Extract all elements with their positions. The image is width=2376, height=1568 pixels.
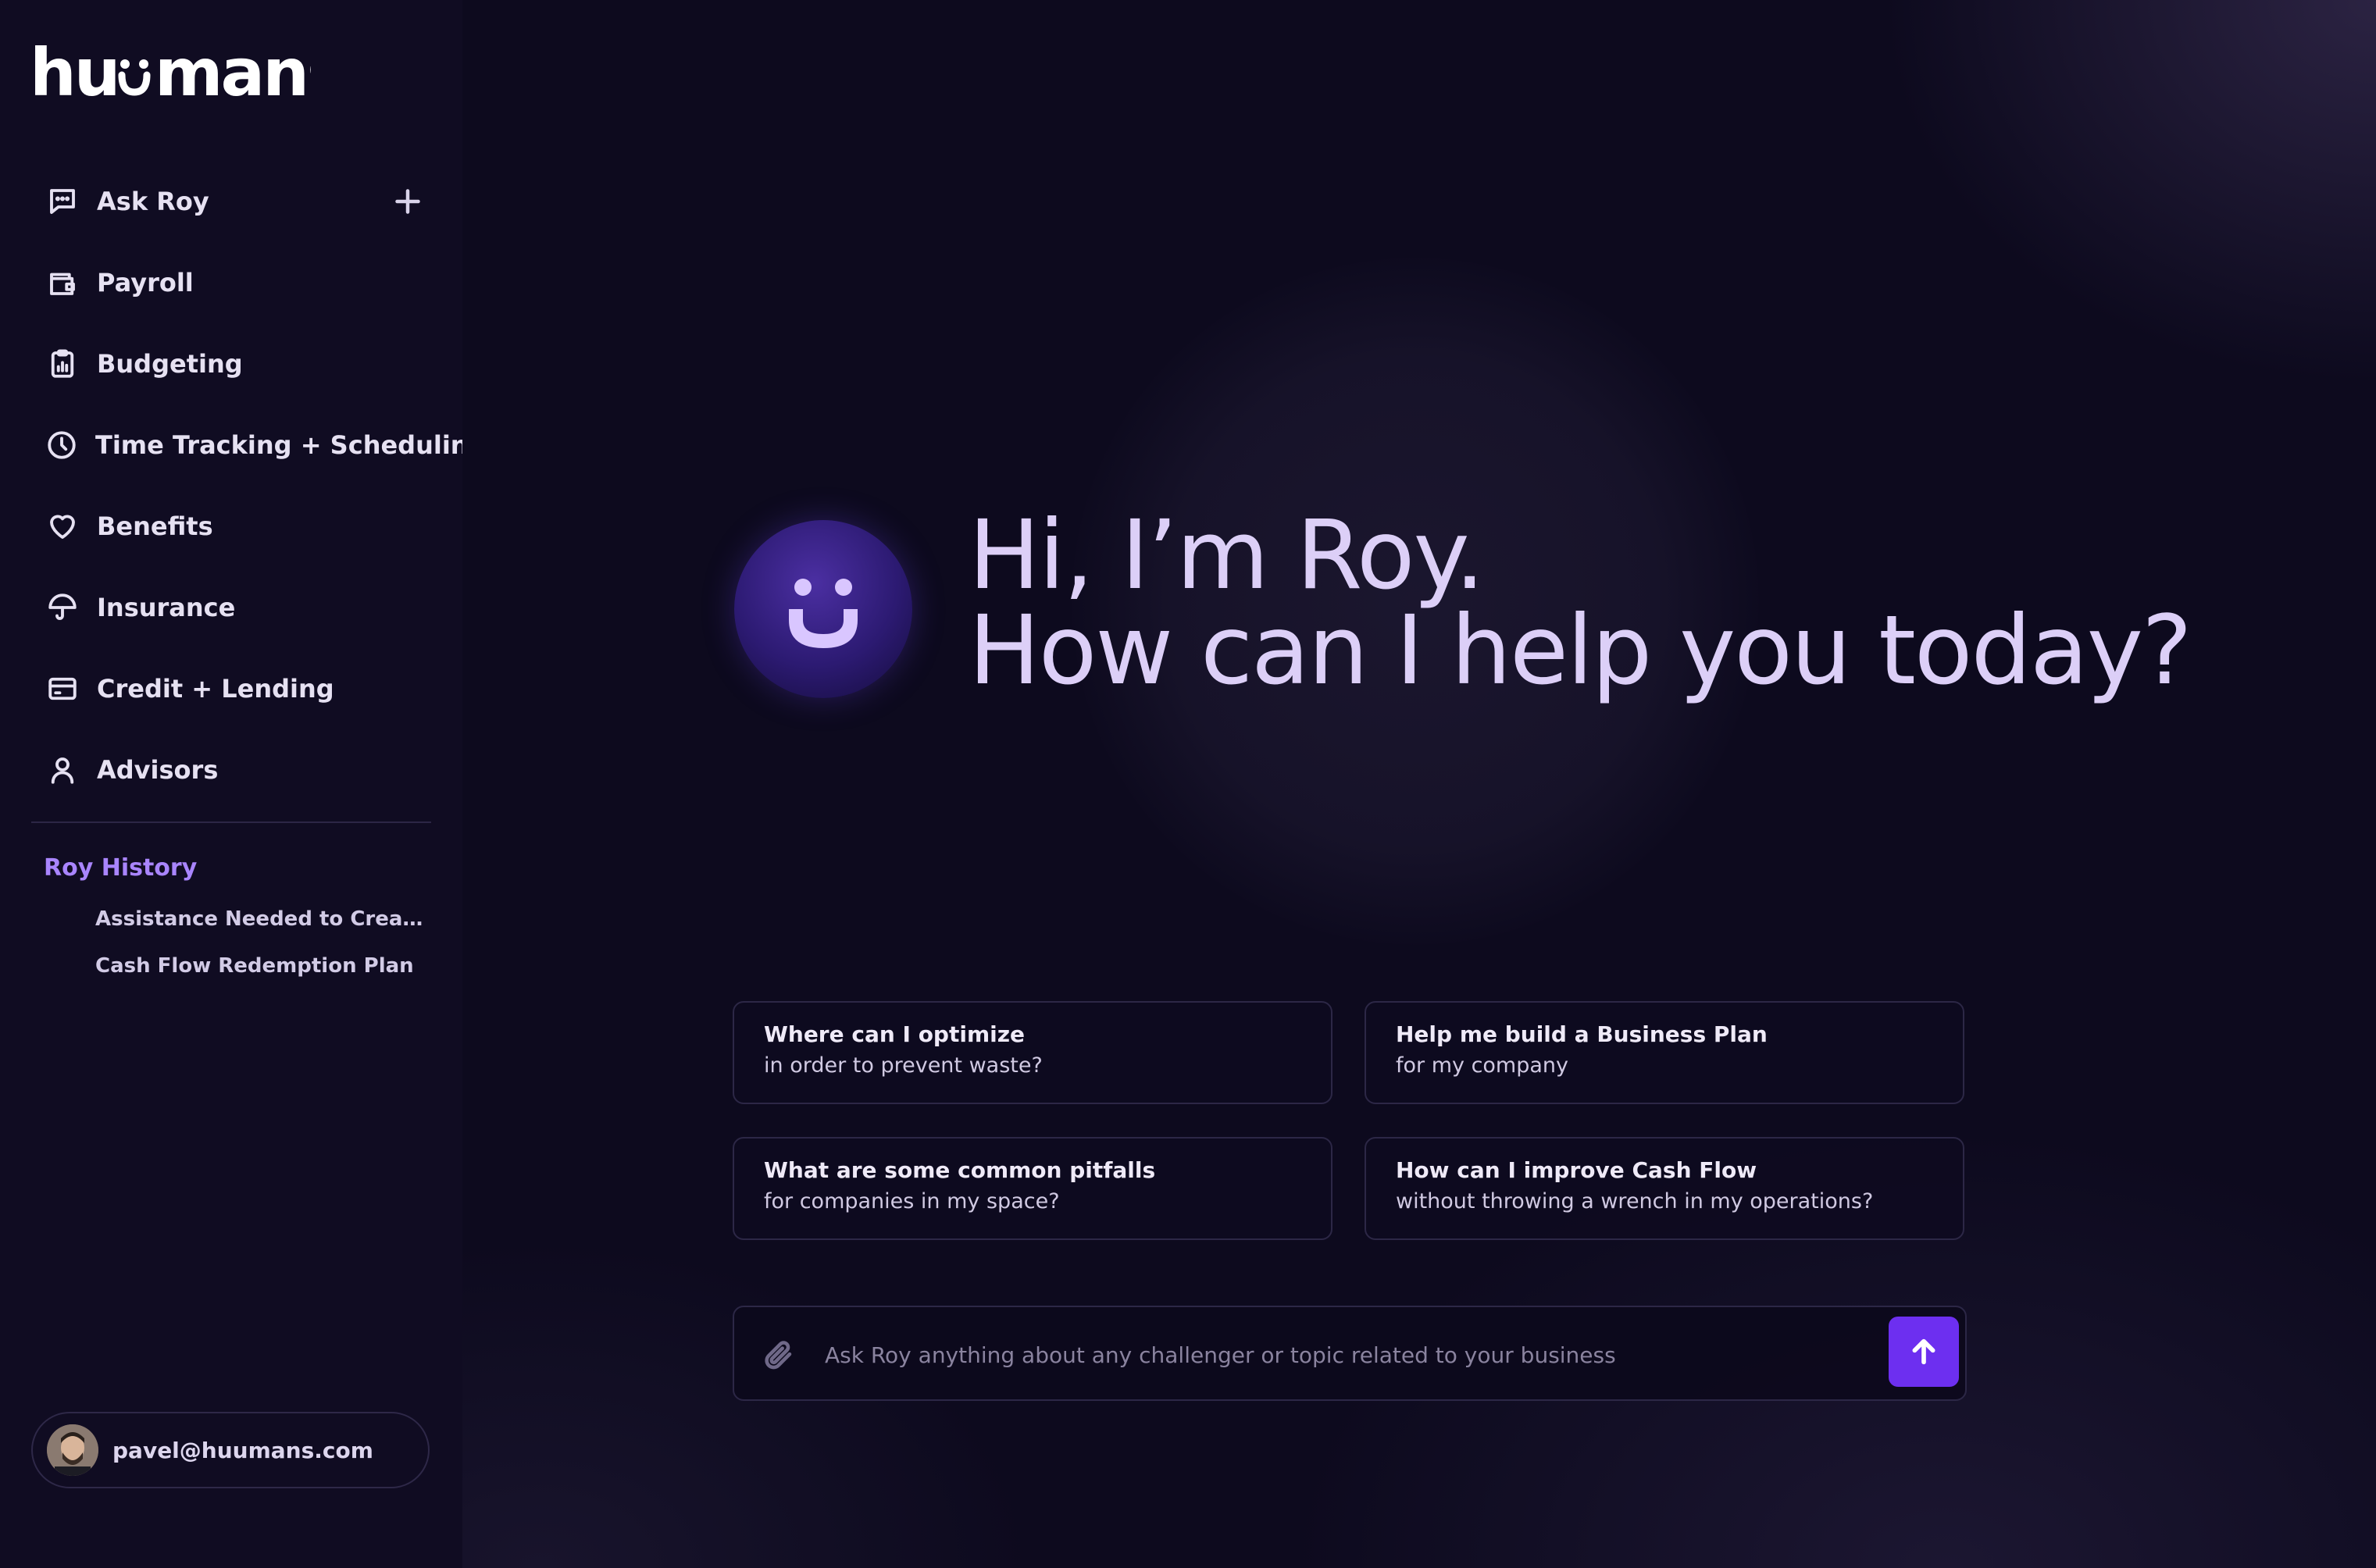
roy-avatar <box>734 520 912 698</box>
clipboard-chart-icon <box>45 347 80 381</box>
nav-item-label: Budgeting <box>97 349 243 379</box>
arrow-up-icon <box>1912 1338 1935 1365</box>
nav-item-label: Advisors <box>97 755 219 785</box>
suggestion-card[interactable]: How can I improve Cash Flow without thro… <box>1365 1137 1964 1240</box>
main-content: Hi, I’m Roy. How can I help you today? W… <box>462 0 2376 1568</box>
main-nav: Ask Roy Payroll Budgeting Time Tracking … <box>31 161 486 811</box>
nav-item-advisors[interactable]: Advisors <box>31 729 437 811</box>
avatar <box>47 1424 98 1476</box>
wallet-icon <box>45 265 80 300</box>
hero-line-2: How can I help you today? <box>969 595 2192 706</box>
suggestion-title: What are some common pitfalls <box>764 1157 1156 1183</box>
heart-icon <box>45 509 80 543</box>
nav-item-budgeting[interactable]: Budgeting <box>31 323 437 404</box>
chat-composer <box>733 1306 1967 1401</box>
credit-card-icon <box>45 672 80 706</box>
roy-history-list: Assistance Needed to Create ... Cash Flo… <box>95 907 423 1001</box>
roy-history-title: Roy History <box>44 854 198 882</box>
suggestion-card[interactable]: Help me build a Business Plan for my com… <box>1365 1001 1964 1104</box>
nav-item-insurance[interactable]: Insurance <box>31 567 437 648</box>
send-button[interactable] <box>1889 1317 1959 1387</box>
plus-icon <box>395 189 420 214</box>
nav-item-time-tracking[interactable]: Time Tracking + Scheduling <box>31 404 486 486</box>
suggestion-title: Help me build a Business Plan <box>1396 1021 1768 1047</box>
nav-item-label: Credit + Lending <box>97 674 334 704</box>
svg-text:mans: mans <box>155 41 311 106</box>
hero-line-1: Hi, I’m Roy. <box>969 500 1485 611</box>
smiley-icon <box>789 579 858 648</box>
nav-item-benefits[interactable]: Benefits <box>31 486 437 567</box>
umbrella-icon <box>45 590 80 625</box>
suggestion-subtitle: for my company <box>1396 1053 1569 1078</box>
user-email: pavel@huumans.com <box>112 1437 373 1463</box>
hero-greeting: Hi, I’m Roy. How can I help you today? <box>969 500 2192 706</box>
suggestion-title: Where can I optimize <box>764 1021 1026 1047</box>
nav-item-label: Ask Roy <box>97 187 209 216</box>
history-item[interactable]: Assistance Needed to Create ... <box>95 907 423 954</box>
user-account-pill[interactable]: pavel@huumans.com <box>31 1412 430 1488</box>
suggestion-subtitle: without throwing a wrench in my operatio… <box>1396 1189 1874 1213</box>
new-chat-button[interactable] <box>391 184 425 219</box>
chat-input[interactable] <box>823 1327 1842 1382</box>
suggestion-card[interactable]: What are some common pitfalls for compan… <box>733 1137 1332 1240</box>
nav-item-label: Insurance <box>97 593 236 622</box>
paperclip-icon <box>765 1341 792 1370</box>
history-item[interactable]: Cash Flow Redemption Plan <box>95 954 423 1001</box>
sidebar-divider <box>31 821 431 823</box>
nav-item-payroll[interactable]: Payroll <box>31 242 437 323</box>
nav-item-label: Benefits <box>97 511 213 541</box>
nav-item-credit-lending[interactable]: Credit + Lending <box>31 648 437 729</box>
huumans-logo[interactable]: hu mans <box>30 41 311 106</box>
nav-item-label: Payroll <box>97 268 194 298</box>
suggestion-subtitle: in order to prevent waste? <box>764 1053 1043 1078</box>
chat-icon <box>45 184 80 219</box>
sidebar: hu mans Ask Roy Payroll Budgeting <box>0 0 486 1568</box>
attach-button[interactable] <box>762 1338 795 1371</box>
suggestion-card[interactable]: Where can I optimize in order to prevent… <box>733 1001 1332 1104</box>
nav-item-ask-roy[interactable]: Ask Roy <box>31 161 437 242</box>
suggestion-subtitle: for companies in my space? <box>764 1189 1060 1213</box>
svg-text:hu: hu <box>30 41 119 106</box>
clock-icon <box>45 428 78 462</box>
person-icon <box>45 753 80 787</box>
nav-item-label: Time Tracking + Scheduling <box>95 430 487 460</box>
suggestion-title: How can I improve Cash Flow <box>1396 1157 1757 1183</box>
